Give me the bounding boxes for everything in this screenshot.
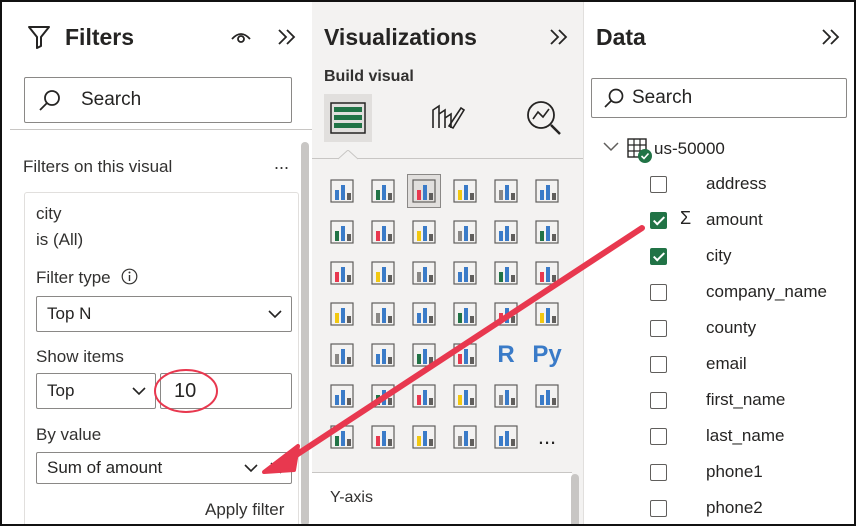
power-bi-panes: Filters Search Filters on this visual ..… <box>0 0 856 526</box>
annotation-arrow <box>262 225 645 474</box>
